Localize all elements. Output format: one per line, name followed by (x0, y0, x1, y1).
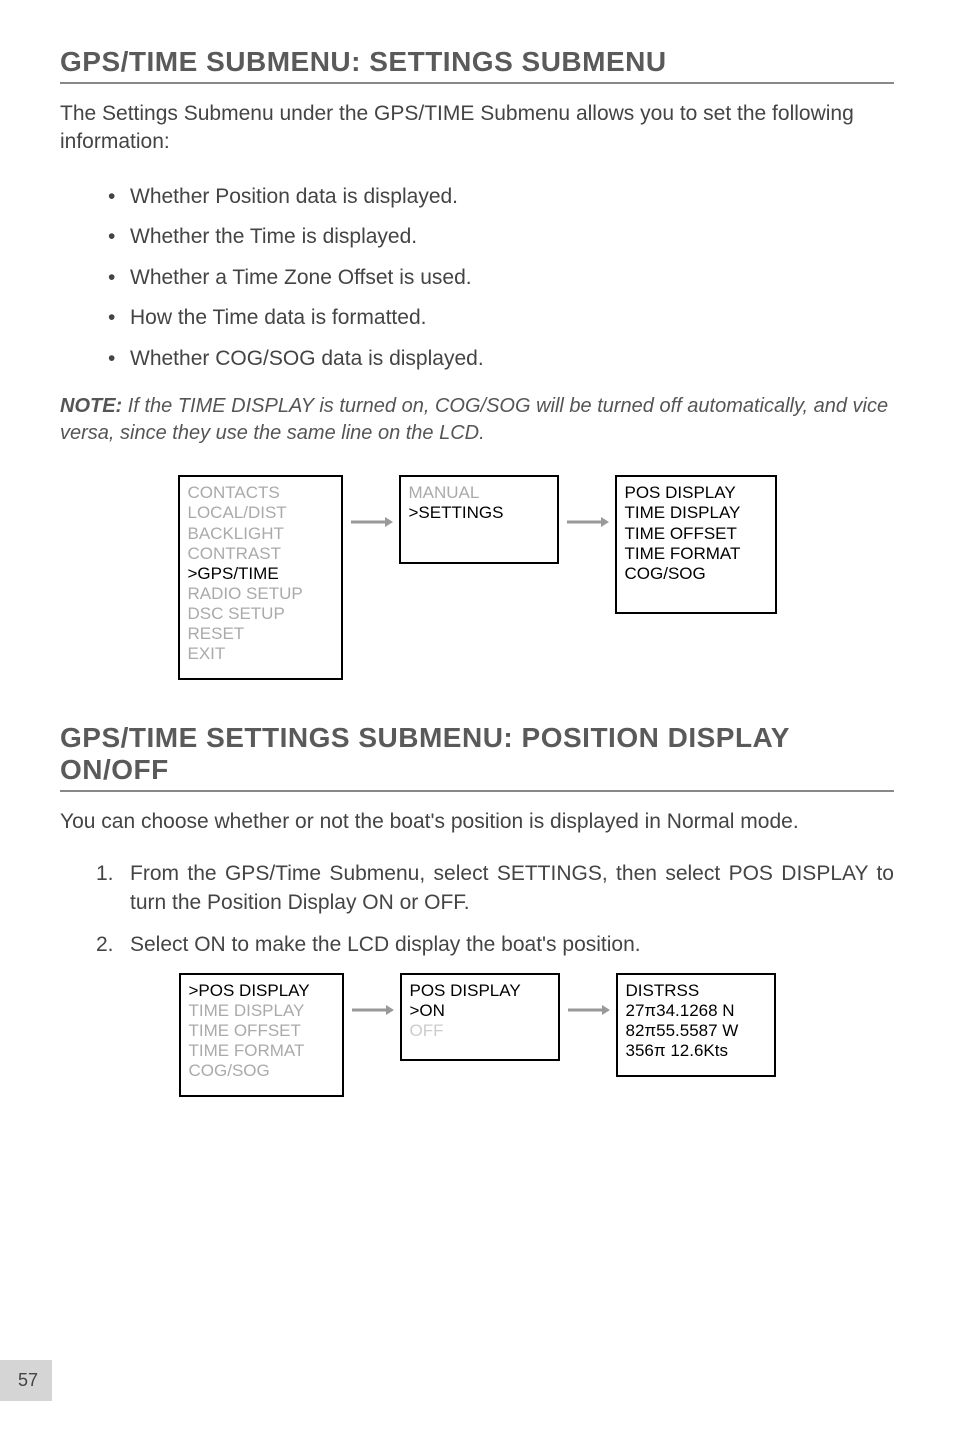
list-number: 1. (96, 860, 114, 888)
lcd-line: BACKLIGHT (188, 524, 333, 544)
note-body: If the TIME DISPLAY is turned on, COG/SO… (60, 395, 888, 444)
lcd-line: CONTRAST (188, 544, 333, 564)
lcd-line: DSC SETUP (188, 604, 333, 624)
list-text: Select ON to make the LCD display the bo… (130, 933, 641, 956)
lcd-line: 27π34.1268 N (626, 1001, 766, 1021)
lcd-line: COG/SOG (189, 1061, 334, 1081)
lcd-box-settings-list: POS DISPLAY TIME DISPLAY TIME OFFSET TIM… (615, 475, 777, 613)
lcd-line: COG/SOG (625, 564, 767, 584)
lcd-line: OFF (410, 1021, 550, 1041)
diagram-pos-display-flow: >POS DISPLAY TIME DISPLAY TIME OFFSET TI… (60, 973, 894, 1097)
lcd-line: TIME OFFSET (189, 1021, 334, 1041)
lcd-line: POS DISPLAY (410, 981, 550, 1001)
lcd-line: TIME OFFSET (625, 524, 767, 544)
lcd-box-settings-menu: >POS DISPLAY TIME DISPLAY TIME OFFSET TI… (179, 973, 344, 1097)
arrow-right-icon (349, 515, 393, 529)
bullet-item: Whether Position data is displayed. (60, 181, 894, 214)
lcd-box-display-result: DISTRSS 27π34.1268 N 82π55.5587 W 356π 1… (616, 973, 776, 1077)
lcd-box-pos-display-options: POS DISPLAY >ON OFF (400, 973, 560, 1061)
lcd-line: TIME DISPLAY (625, 503, 767, 523)
lcd-line: EXIT (188, 644, 333, 664)
bullet-item: Whether COG/SOG data is displayed. (60, 343, 894, 376)
lcd-box-main-menu: CONTACTS LOCAL/DIST BACKLIGHT CONTRAST >… (178, 475, 343, 679)
note-label: NOTE: (60, 395, 122, 417)
lcd-line: MANUAL (409, 483, 549, 503)
ordered-list-item: 2. Select ON to make the LCD display the… (60, 931, 894, 959)
lcd-line: POS DISPLAY (625, 483, 767, 503)
lcd-line-selected: >POS DISPLAY (189, 981, 334, 1001)
lcd-line: TIME DISPLAY (189, 1001, 334, 1021)
arrow-right-icon (566, 1003, 610, 1017)
section-intro: You can choose whether or not the boat's… (60, 808, 894, 836)
list-number: 2. (96, 931, 114, 959)
bullet-item: Whether a Time Zone Offset is used. (60, 262, 894, 295)
lcd-line: DISTRSS (626, 981, 766, 1001)
list-text: From the GPS/Time Submenu, select SETTIN… (130, 862, 894, 913)
lcd-line: RESET (188, 624, 333, 644)
section-intro: The Settings Submenu under the GPS/TIME … (60, 100, 894, 157)
lcd-line: LOCAL/DIST (188, 503, 333, 523)
lcd-line: 82π55.5587 W (626, 1021, 766, 1041)
section-heading: GPS/TIME SETTINGS SUBMENU: POSITION DISP… (60, 722, 894, 792)
note-text: NOTE: If the TIME DISPLAY is turned on, … (60, 393, 894, 447)
lcd-line-selected: >ON (410, 1001, 550, 1021)
lcd-line: CONTACTS (188, 483, 333, 503)
page-number: 57 (0, 1360, 52, 1401)
diagram-settings-flow: CONTACTS LOCAL/DIST BACKLIGHT CONTRAST >… (60, 475, 894, 679)
bullet-item: Whether the Time is displayed. (60, 221, 894, 254)
lcd-line-selected: >SETTINGS (409, 503, 549, 523)
lcd-line: TIME FORMAT (189, 1041, 334, 1061)
arrow-right-icon (350, 1003, 394, 1017)
lcd-line: TIME FORMAT (625, 544, 767, 564)
lcd-line: RADIO SETUP (188, 584, 333, 604)
lcd-line-selected: >GPS/TIME (188, 564, 333, 584)
ordered-list-item: 1. From the GPS/Time Submenu, select SET… (60, 860, 894, 917)
arrow-right-icon (565, 515, 609, 529)
lcd-box-gps-time: MANUAL >SETTINGS (399, 475, 559, 563)
section-heading: GPS/TIME SUBMENU: SETTINGS SUBMENU (60, 46, 894, 84)
lcd-line: 356π 12.6Kts (626, 1041, 766, 1061)
bullet-item: How the Time data is formatted. (60, 302, 894, 335)
